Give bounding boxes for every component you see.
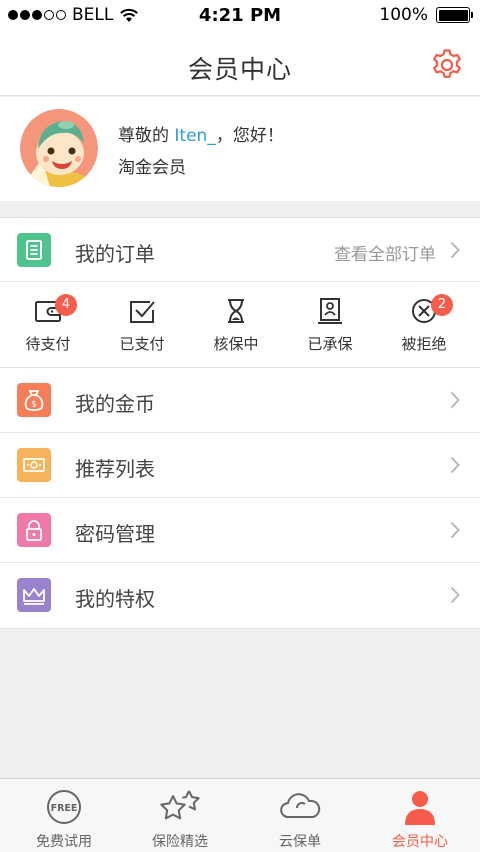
chevron-right-icon (450, 456, 460, 474)
tab-label: 会员中心 (392, 834, 448, 850)
my-orders-row[interactable]: 我的订单 查看全部订单 (0, 217, 480, 282)
tab-cloud-policy[interactable]: 云保单 (240, 787, 360, 852)
status-tab-label: 已支付 (119, 335, 165, 353)
svg-text:$: $ (31, 400, 37, 410)
greeting-suffix: ，您好！ (215, 126, 284, 146)
tab-label: 云保单 (279, 834, 321, 850)
nav-bar: 会员中心 (0, 32, 480, 96)
lock-icon (17, 513, 51, 547)
pending-payment-badge: 4 (55, 294, 77, 316)
bottom-tab-bar: FREE 免费试用 保险精选 云保单 会员中心 (0, 778, 480, 852)
page-title: 会员中心 (187, 55, 292, 84)
profile-card: 尊敬的 Iten_，您好！ 淘金会员 (0, 97, 480, 201)
status-tab-pending-payment[interactable]: 4 待支付 (8, 294, 88, 362)
banknote-icon (17, 448, 51, 482)
greeting-prefix: 尊敬的 (118, 126, 175, 146)
menu-item-my-coins[interactable]: $ 我的金币 (0, 368, 480, 433)
battery-icon (436, 7, 473, 23)
username[interactable]: Iten_ (174, 126, 215, 146)
view-all-orders-link[interactable]: 查看全部订单 (334, 240, 436, 265)
status-tab-label: 已承保 (307, 335, 353, 353)
menu-item-label: 我的特权 (75, 587, 155, 611)
tab-free-trial[interactable]: FREE 免费试用 (4, 787, 124, 852)
chevron-right-icon (450, 521, 460, 539)
settings-button[interactable] (430, 48, 464, 82)
rejected-badge: 2 (431, 294, 453, 316)
status-tab-paid[interactable]: 已支付 (102, 296, 182, 362)
tab-insurance-picks[interactable]: 保险精选 (120, 787, 240, 852)
cloud-icon (280, 793, 321, 818)
certificate-icon (318, 298, 342, 324)
member-level: 淘金会员 (118, 158, 186, 178)
tab-label: 保险精选 (152, 834, 208, 850)
svg-text:FREE: FREE (51, 803, 78, 814)
menu-item-label: 密码管理 (75, 522, 155, 546)
stars-icon (160, 790, 200, 820)
avatar-image (20, 109, 98, 187)
avatar[interactable] (20, 109, 98, 187)
my-orders-label: 我的订单 (75, 242, 155, 266)
chevron-right-icon (450, 391, 460, 409)
battery-percent: 100% (379, 5, 428, 25)
menu-item-label: 我的金币 (75, 392, 155, 416)
free-icon: FREE (47, 790, 81, 824)
greeting: 尊敬的 Iten_，您好！ (118, 121, 284, 146)
status-tab-label: 被拒绝 (401, 335, 447, 353)
status-tab-label: 核保中 (213, 335, 259, 353)
hourglass-icon (228, 299, 244, 323)
menu-list: $ 我的金币 推荐列表 密码管理 我的特权 (0, 368, 480, 629)
order-status-tabs: 4 待支付 已支付 核保中 已承保 2 被拒绝 (0, 282, 480, 368)
order-list-icon (17, 233, 51, 267)
tab-member-center[interactable]: 会员中心 (360, 787, 480, 852)
crown-icon (17, 578, 51, 612)
menu-item-password[interactable]: 密码管理 (0, 498, 480, 563)
chevron-right-icon (450, 586, 460, 604)
chevron-right-icon (450, 241, 460, 259)
menu-item-privileges[interactable]: 我的特权 (0, 563, 480, 628)
tab-label: 免费试用 (36, 834, 92, 850)
status-tab-insured[interactable]: 已承保 (290, 296, 370, 362)
status-tab-rejected[interactable]: 2 被拒绝 (384, 294, 464, 362)
status-tab-label: 待支付 (25, 335, 71, 353)
gear-icon (433, 49, 461, 78)
status-bar: BELL 4:21 PM 100% (0, 0, 480, 32)
battery-status: 100% (379, 5, 473, 25)
coin-bag-icon: $ (17, 383, 51, 417)
menu-item-label: 推荐列表 (75, 457, 155, 481)
menu-item-recommendations[interactable]: 推荐列表 (0, 433, 480, 498)
check-box-icon (130, 301, 155, 323)
status-tab-underwriting[interactable]: 核保中 (196, 296, 276, 362)
user-icon (405, 791, 435, 825)
